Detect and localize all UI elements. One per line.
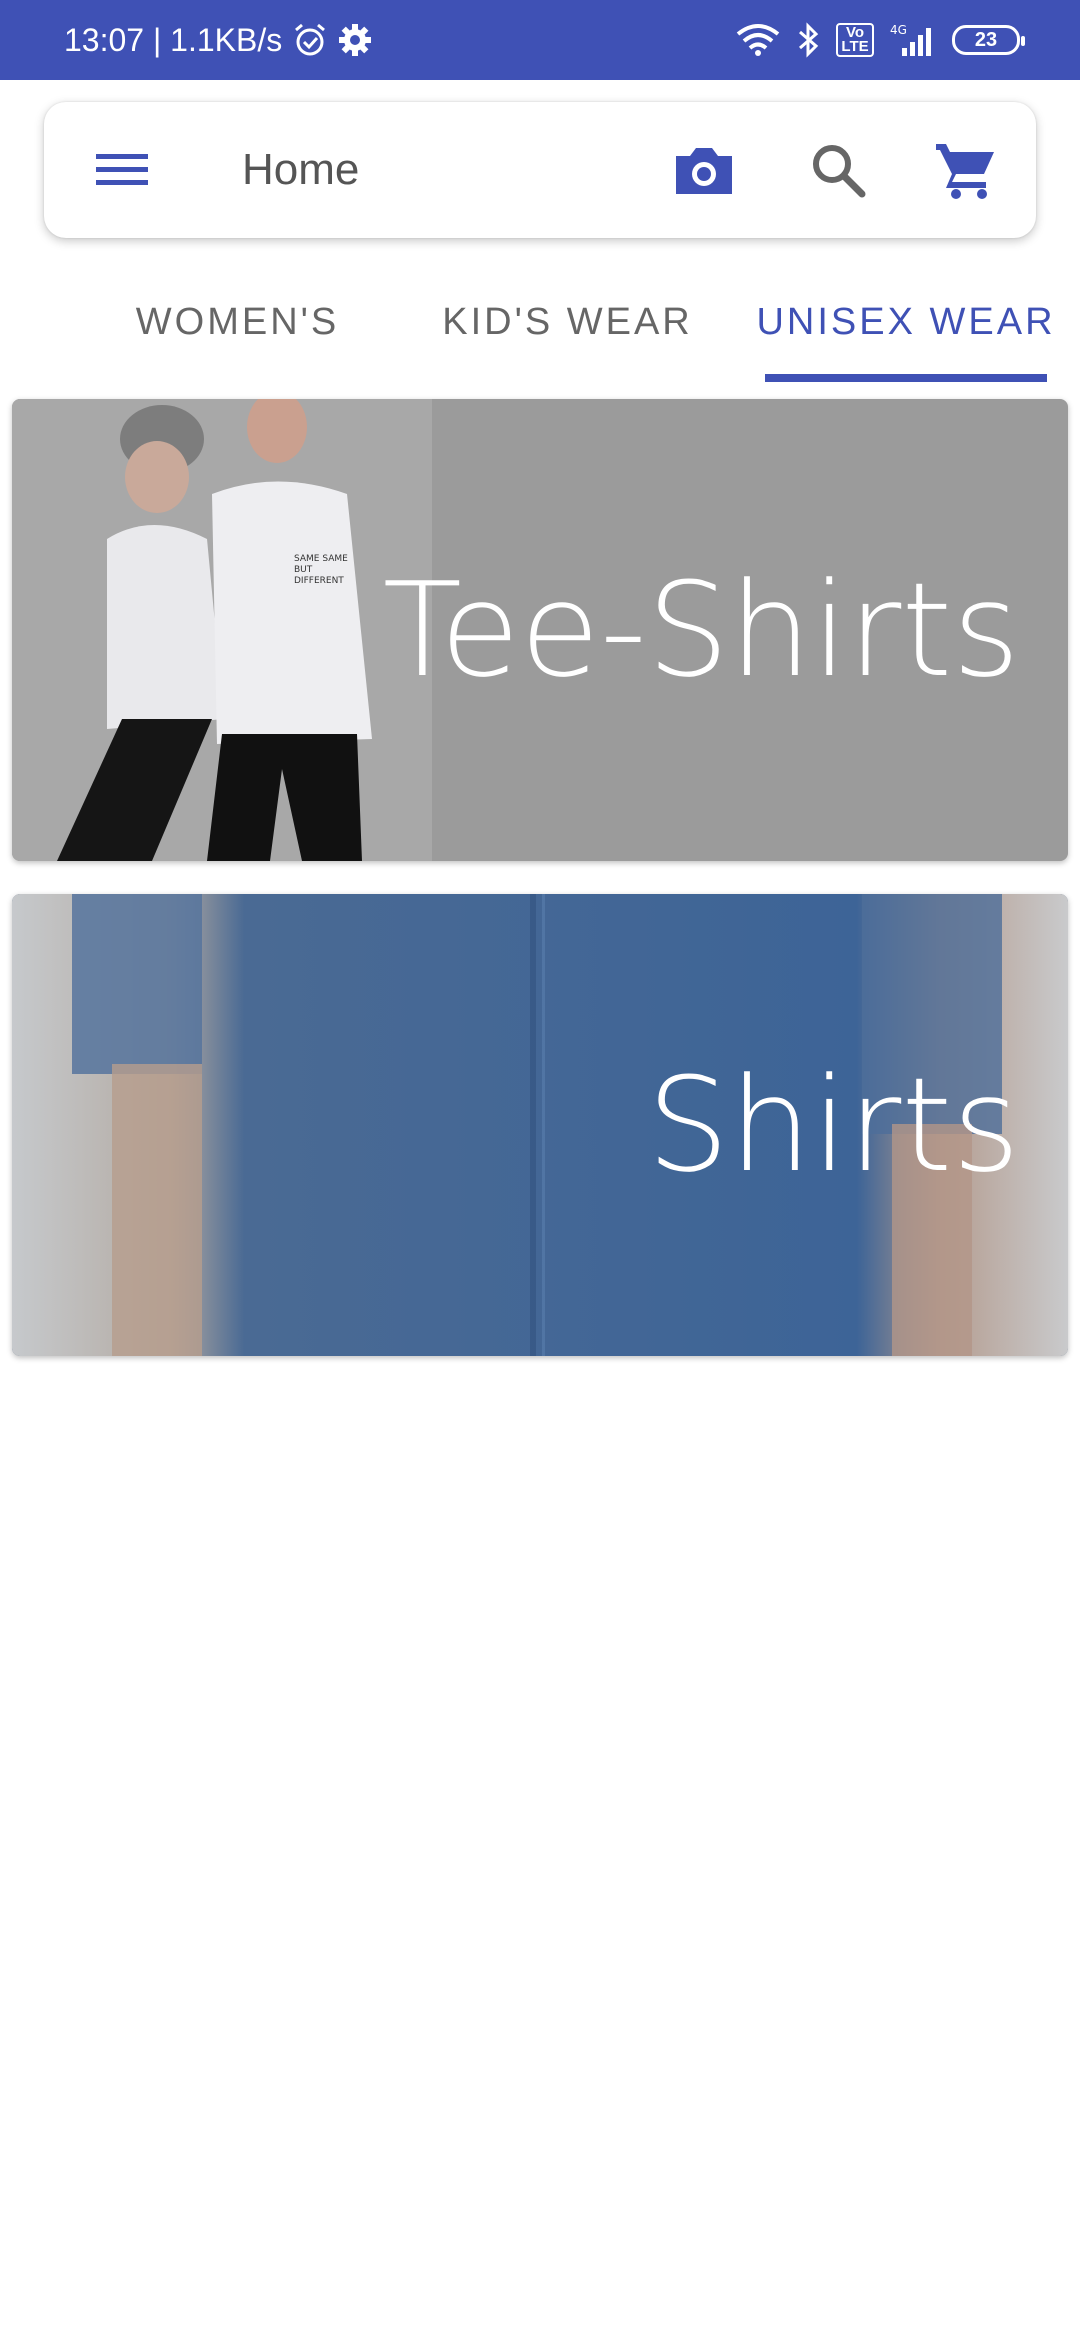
battery-level: 23 — [974, 28, 998, 51]
tee-shirts-image: SAME SAME BUT DIFFERENT — [12, 399, 432, 861]
category-tabs: WOMEN'S KID'S WEAR UNISEX WEAR — [0, 262, 1080, 384]
signal-icon: 4G — [888, 22, 938, 58]
svg-text:BUT: BUT — [294, 565, 313, 575]
cart-icon[interactable] — [934, 138, 998, 202]
settings-icon — [338, 23, 372, 57]
tab-womens[interactable]: WOMEN'S — [110, 262, 365, 382]
status-right: Vo LTE 4G 23 — [734, 0, 1025, 80]
camera-icon[interactable] — [672, 138, 736, 202]
network-type: 4G — [890, 23, 907, 37]
page-title: Home — [242, 145, 360, 194]
volte-icon: Vo LTE — [836, 23, 874, 57]
wifi-icon — [734, 22, 782, 58]
status-bar: 13:07 | 1.1KB/s Vo LTE 4G 23 — [0, 0, 1080, 80]
category-card-tee-shirts[interactable]: SAME SAME BUT DIFFERENT Tee-Shirts — [12, 399, 1068, 861]
battery-icon: 23 — [952, 25, 1025, 55]
tab-indicator — [765, 374, 1047, 382]
status-time-speed: 13:07 | 1.1KB/s — [64, 21, 283, 58]
search-icon[interactable] — [806, 138, 870, 202]
svg-text:SAME SAME: SAME SAME — [294, 554, 348, 564]
svg-text:DIFFERENT: DIFFERENT — [294, 576, 344, 586]
category-label: Tee-Shirts — [382, 554, 1020, 706]
alarm-icon — [292, 22, 328, 58]
status-left: 13:07 | 1.1KB/s — [64, 0, 372, 80]
tab-unisex-wear[interactable]: UNISEX WEAR — [755, 262, 1057, 382]
category-card-shirts[interactable]: Shirts — [12, 894, 1068, 1356]
tab-kids-wear[interactable]: KID'S WEAR — [430, 262, 705, 382]
bluetooth-icon — [796, 22, 822, 58]
menu-icon[interactable] — [94, 142, 150, 198]
app-bar: Home — [44, 102, 1036, 238]
category-label: Shirts — [646, 1049, 1020, 1201]
